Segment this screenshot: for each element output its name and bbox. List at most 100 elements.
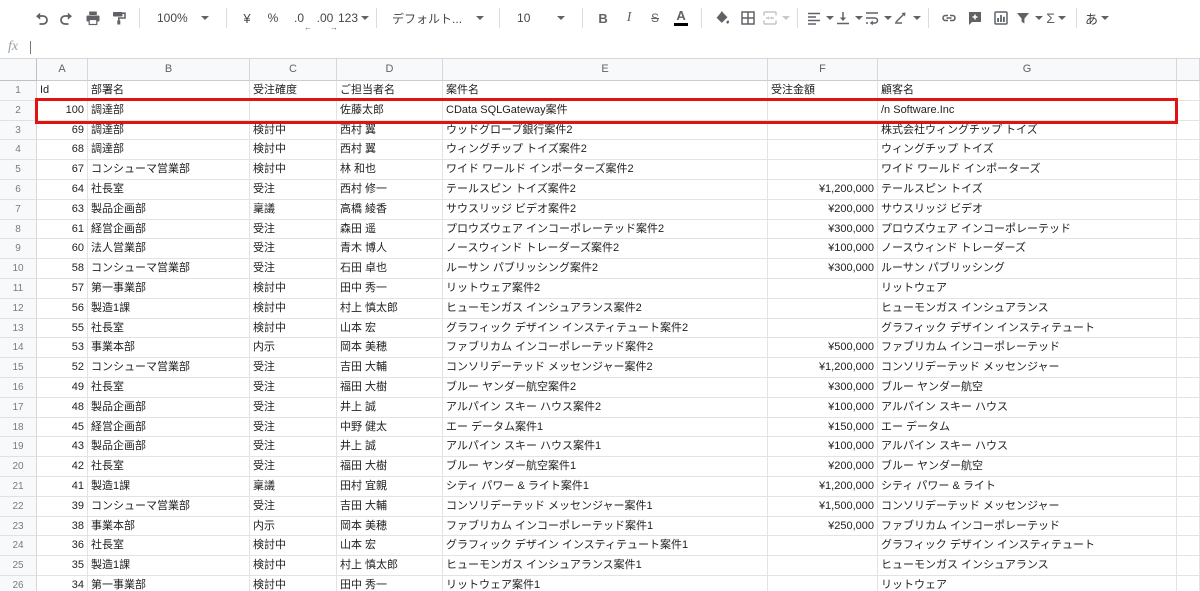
cell[interactable]: 森田 遥 [337,219,443,240]
cell[interactable]: 検討中 [250,278,337,299]
cell[interactable]: ウィングチップ トイズ [878,140,1177,161]
cell[interactable]: コンソリデーテッド メッセンジャー案件2 [443,358,768,378]
cell[interactable]: ファブリカム インコーポレーテッド案件2 [443,338,768,359]
row-header[interactable]: 12 [0,298,37,319]
cell[interactable]: コンシューマ営業部 [88,358,250,378]
cell[interactable]: 福田 大樹 [337,377,443,398]
row-header[interactable]: 14 [0,338,37,359]
cell[interactable]: 経営企画部 [88,417,250,438]
functions-button[interactable]: Σ [1043,5,1069,31]
cell[interactable]: ウィングチップ トイズ案件2 [443,140,768,161]
cell[interactable] [768,318,878,339]
row-header[interactable]: 17 [0,397,37,418]
cell[interactable]: 41 [37,476,88,497]
redo-button[interactable] [54,5,80,31]
cell[interactable]: 調達部 [88,140,250,161]
row-header[interactable]: 23 [0,516,37,537]
cell[interactable]: 39 [37,496,88,517]
cell[interactable]: 製造1課 [88,298,250,319]
cell[interactable]: 稟議 [250,476,337,497]
cell[interactable]: コンソリデーテッド メッセンジャー [878,358,1177,378]
cell[interactable]: ¥300,000 [768,259,878,279]
cell[interactable]: アルパイン スキー ハウス案件1 [443,437,768,458]
cell[interactable] [768,278,878,299]
cell[interactable]: ファブリカム インコーポレーテッド [878,516,1177,537]
cell[interactable]: リットウェア [878,575,1177,591]
number-format-menu[interactable]: 123 [338,5,370,31]
cell[interactable]: 井上 誠 [337,397,443,418]
cell[interactable]: コンシューマ営業部 [88,160,250,180]
cell[interactable]: 受注 [250,417,337,438]
vertical-align-button[interactable] [834,5,864,31]
cell[interactable] [1177,278,1200,299]
cell[interactable]: 34 [37,575,88,591]
cell[interactable]: 64 [37,179,88,200]
cell[interactable]: 村上 慎太郎 [337,298,443,319]
cell[interactable]: 山本 宏 [337,318,443,339]
cell[interactable]: 井上 誠 [337,437,443,458]
row-header[interactable]: 21 [0,476,37,497]
cell[interactable]: ¥1,200,000 [768,476,878,497]
cell[interactable]: テールスピン トイズ案件2 [443,179,768,200]
cell[interactable] [1177,575,1200,591]
cell[interactable]: ヒューモンガス インシュアランス [878,556,1177,576]
cell[interactable]: エー データム案件1 [443,417,768,438]
filter-button[interactable] [1014,5,1044,31]
cell[interactable]: リットウェア案件1 [443,575,768,591]
cell[interactable]: ¥100,000 [768,239,878,260]
cell[interactable]: ブルー ヤンダー航空 [878,457,1177,477]
cell[interactable]: コンソリデーテッド メッセンジャー案件1 [443,496,768,517]
bold-button[interactable]: B [590,5,616,31]
cell[interactable]: グラフィック デザイン インスティテュート案件2 [443,318,768,339]
cell[interactable]: 製品企画部 [88,437,250,458]
cell[interactable]: 部署名 [88,81,250,101]
column-header-F[interactable]: F [768,59,878,81]
cell[interactable]: ルーサン パブリッシング案件2 [443,259,768,279]
cell[interactable]: ¥200,000 [768,457,878,477]
cell[interactable] [1177,140,1200,161]
column-header-E[interactable]: E [443,59,768,81]
cell[interactable]: 38 [37,516,88,537]
cell[interactable]: 43 [37,437,88,458]
row-header[interactable]: 9 [0,239,37,260]
cell[interactable]: 受注 [250,457,337,477]
fill-color-button[interactable] [709,5,735,31]
cell[interactable]: ファブリカム インコーポレーテッド案件1 [443,516,768,537]
cell[interactable]: ¥1,500,000 [768,496,878,517]
cell[interactable]: 検討中 [250,318,337,339]
cell[interactable]: 受注 [250,239,337,260]
cell[interactable]: リットウェア案件2 [443,278,768,299]
cell[interactable] [768,120,878,141]
text-wrap-button[interactable] [863,5,893,31]
cell[interactable]: グラフィック デザイン インスティテュート [878,318,1177,339]
cell[interactable]: 検討中 [250,575,337,591]
formula-input[interactable] [31,36,1200,58]
cell[interactable]: ¥100,000 [768,397,878,418]
cell[interactable] [1177,239,1200,260]
cell[interactable]: 社長室 [88,179,250,200]
cell[interactable]: 検討中 [250,140,337,161]
row-header[interactable]: 26 [0,575,37,591]
cell[interactable]: 55 [37,318,88,339]
cell[interactable]: 法人営業部 [88,239,250,260]
font-size-select[interactable]: 10 [511,5,571,31]
cell[interactable]: ¥300,000 [768,219,878,240]
cell[interactable]: 製品企画部 [88,397,250,418]
cell[interactable]: 製造1課 [88,476,250,497]
cell[interactable] [1177,377,1200,398]
cell[interactable]: 69 [37,120,88,141]
cell[interactable] [1177,120,1200,141]
cell[interactable]: 60 [37,239,88,260]
cell[interactable]: コンシューマ営業部 [88,259,250,279]
column-header-B[interactable]: B [88,59,250,81]
cell[interactable]: 受注 [250,179,337,200]
cell[interactable]: 受注 [250,219,337,240]
row-header[interactable]: 8 [0,219,37,240]
cell[interactable]: 社長室 [88,377,250,398]
cell[interactable] [768,536,878,557]
cell[interactable]: 佐藤太郎 [337,100,443,121]
cell[interactable]: 高橋 綾香 [337,199,443,220]
cell[interactable] [1177,219,1200,240]
cell[interactable]: 案件名 [443,81,768,101]
cell[interactable]: ¥1,200,000 [768,358,878,378]
